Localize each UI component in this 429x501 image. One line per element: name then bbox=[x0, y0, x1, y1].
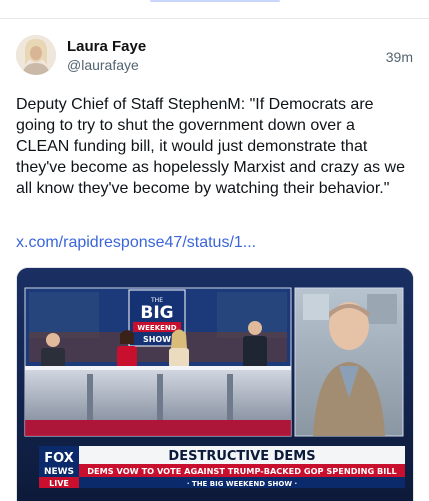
top-divider bbox=[0, 18, 429, 19]
post-link[interactable]: x.com/rapidresponse47/status/1... bbox=[16, 234, 256, 252]
fox-text: FOX bbox=[44, 451, 74, 466]
post-media-image[interactable]: THE BIG WEEKEND SHOW FOX NEWS LIVE DESTR… bbox=[16, 267, 414, 501]
show-logo-show: SHOW bbox=[143, 335, 171, 344]
panelist-3 bbox=[169, 329, 189, 368]
post-timestamp[interactable]: 39m bbox=[386, 49, 413, 65]
tv-screenshot-graphic: THE BIG WEEKEND SHOW FOX NEWS LIVE DESTR… bbox=[17, 268, 413, 501]
ticker-text: · THE BIG WEEKEND SHOW · bbox=[187, 480, 297, 488]
avatar-photo-icon bbox=[16, 35, 56, 75]
author-handle[interactable]: @laurafaye bbox=[67, 57, 139, 73]
author-name[interactable]: Laura Faye bbox=[67, 38, 146, 55]
headline-text: DESTRUCTIVE DEMS bbox=[168, 449, 315, 464]
post-text: Deputy Chief of Staff StephenM: "If Demo… bbox=[16, 96, 410, 197]
show-logo-weekend: WEEKEND bbox=[137, 324, 176, 332]
panelist-2 bbox=[117, 330, 137, 368]
news-text: NEWS bbox=[44, 467, 74, 477]
subheadline-text: DEMS VOW TO VOTE AGAINST TRUMP-BACKED GO… bbox=[87, 466, 397, 476]
top-accent-bar bbox=[150, 0, 280, 2]
author-avatar[interactable] bbox=[16, 35, 56, 75]
show-logo-big: BIG bbox=[140, 303, 173, 323]
live-text: LIVE bbox=[49, 479, 69, 488]
